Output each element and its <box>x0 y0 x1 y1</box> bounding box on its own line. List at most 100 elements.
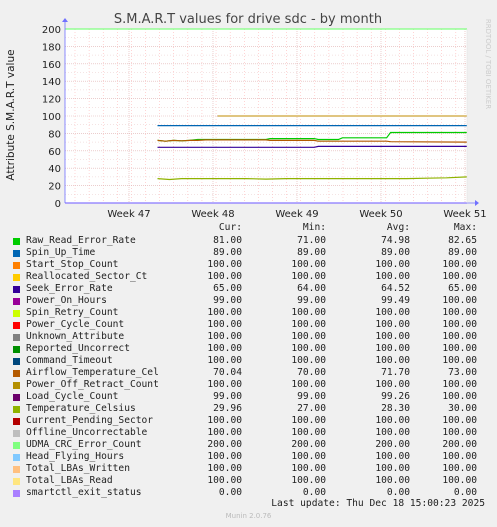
legend-series-name: Total_LBAs_Written <box>26 463 130 474</box>
legend-series-name: Reported_Uncorrect <box>26 343 130 354</box>
legend-series-name: Seek_Error_Rate <box>26 283 113 294</box>
legend-value-max: 100.00 <box>442 415 477 426</box>
legend-value-cur: 200.00 <box>207 439 242 450</box>
legend-table: Cur: Min: Avg: Max: Raw_Read_Error_Rate 8… <box>12 222 490 499</box>
legend-value-min: 100.00 <box>291 319 326 330</box>
legend-row: Load_Cycle_Count 99.00 99.00 99.26 100.00 <box>12 391 490 403</box>
x-tick-label: Week 49 <box>275 209 318 220</box>
smart-chart: S.M.A.R.T values for drive sdc - by mont… <box>0 0 497 230</box>
legend-swatch <box>13 334 20 341</box>
legend-row: Command_Timeout 100.00 100.00 100.00 100.00 <box>12 355 490 367</box>
legend-series-name: Airflow_Temperature_Cel <box>26 367 159 378</box>
legend-swatch <box>13 406 20 413</box>
legend-series-name: Start_Stop_Count <box>26 259 119 270</box>
legend-value-max: 100.00 <box>442 331 477 342</box>
y-tick-label: 40 <box>48 164 61 175</box>
legend-series-name: Spin_Up_Time <box>26 247 96 258</box>
legend-row: Seek_Error_Rate 65.00 64.00 64.52 65.00 <box>12 283 490 295</box>
legend-value-avg: 100.00 <box>375 319 410 330</box>
last-update-text: Last update: Thu Dec 18 15:00:23 2025 <box>271 498 485 509</box>
legend-row: Total_LBAs_Read 100.00 100.00 100.00 100.00 <box>12 475 490 487</box>
legend-value-min: 99.00 <box>297 391 326 402</box>
legend-value-min: 100.00 <box>291 331 326 342</box>
legend-series-name: Load_Cycle_Count <box>26 391 119 402</box>
legend-row: Reallocated_Sector_Ct 100.00 100.00 100.00 1… <box>12 271 490 283</box>
legend-header-row: Cur: Min: Avg: Max: <box>12 222 490 235</box>
y-tick-label: 200 <box>42 25 61 36</box>
legend-series-name: Power_On_Hours <box>26 295 107 306</box>
legend-swatch <box>13 310 20 317</box>
legend-value-min: 100.00 <box>291 343 326 354</box>
legend-row: Power_Cycle_Count 100.00 100.00 100.00 100.0… <box>12 319 490 331</box>
legend-value-avg: 71.70 <box>381 367 410 378</box>
legend-series-name: Command_Timeout <box>26 355 113 366</box>
legend-value-avg: 200.00 <box>375 439 410 450</box>
legend-value-max: 100.00 <box>442 355 477 366</box>
legend-value-cur: 100.00 <box>207 271 242 282</box>
legend-swatch <box>13 322 20 329</box>
legend-value-max: 82.65 <box>448 235 477 246</box>
legend-value-cur: 65.00 <box>213 283 242 294</box>
legend-value-avg: 100.00 <box>375 259 410 270</box>
legend-value-cur: 100.00 <box>207 415 242 426</box>
legend-swatch <box>13 418 20 425</box>
legend-value-max: 100.00 <box>442 319 477 330</box>
legend-row: Start_Stop_Count 100.00 100.00 100.00 100.00 <box>12 259 490 271</box>
legend-swatch <box>13 478 20 485</box>
y-tick-label: 60 <box>48 147 61 158</box>
legend-series-name: smartctl_exit_status <box>26 487 142 498</box>
legend-value-min: 89.00 <box>297 247 326 258</box>
legend-series-name: Unknown_Attribute <box>26 331 125 342</box>
legend-series-name: Reallocated_Sector_Ct <box>26 271 148 282</box>
legend-value-max: 100.00 <box>442 391 477 402</box>
legend-value-avg: 64.52 <box>381 283 410 294</box>
y-tick-label: 100 <box>42 112 61 123</box>
legend-value-avg: 100.00 <box>375 427 410 438</box>
legend-value-max: 65.00 <box>448 283 477 294</box>
legend-series-name: Raw_Read_Error_Rate <box>26 235 136 246</box>
col-header-max: Max: <box>453 222 477 233</box>
legend-swatch <box>13 286 20 293</box>
legend-row: Temperature_Celsius 29.96 27.00 28.30 30.00 <box>12 403 490 415</box>
legend-value-cur: 100.00 <box>207 307 242 318</box>
y-tick-label: 180 <box>42 42 61 53</box>
legend-swatch <box>13 274 20 281</box>
legend-value-cur: 0.00 <box>218 487 242 498</box>
legend-swatch <box>13 466 20 473</box>
legend-swatch <box>13 358 20 365</box>
legend-swatch <box>13 370 20 377</box>
legend-value-cur: 70.04 <box>213 367 242 378</box>
chart-title: S.M.A.R.T values for drive sdc - by mont… <box>114 12 382 27</box>
y-tick-label: 20 <box>48 182 61 193</box>
legend-swatch <box>13 346 20 353</box>
legend-value-avg: 74.98 <box>381 235 410 246</box>
legend-value-min: 100.00 <box>291 307 326 318</box>
legend-value-max: 100.00 <box>442 451 477 462</box>
legend-value-cur: 100.00 <box>207 355 242 366</box>
legend-value-cur: 100.00 <box>207 259 242 270</box>
legend-value-avg: 99.49 <box>381 295 410 306</box>
legend-value-max: 100.00 <box>442 343 477 354</box>
legend-series-name: Power_Cycle_Count <box>26 319 125 330</box>
legend-value-cur: 100.00 <box>207 463 242 474</box>
legend-row: Spin_Retry_Count 100.00 100.00 100.00 100.00 <box>12 307 490 319</box>
col-header-cur: Cur: <box>218 222 242 233</box>
legend-value-avg: 28.30 <box>381 403 410 414</box>
legend-value-max: 100.00 <box>442 463 477 474</box>
legend-value-min: 71.00 <box>297 235 326 246</box>
legend-value-min: 70.00 <box>297 367 326 378</box>
legend-value-avg: 99.26 <box>381 391 410 402</box>
legend-value-min: 100.00 <box>291 355 326 366</box>
legend-value-min: 100.00 <box>291 379 326 390</box>
legend-value-avg: 100.00 <box>375 271 410 282</box>
legend-series-name: Spin_Retry_Count <box>26 307 119 318</box>
legend-row: Offline_Uncorrectable 100.00 100.00 100.00 1… <box>12 427 490 439</box>
y-tick-label: 0 <box>55 199 61 210</box>
legend-value-cur: 100.00 <box>207 331 242 342</box>
legend-row: Total_LBAs_Written 100.00 100.00 100.00 100.… <box>12 463 490 475</box>
legend-value-max: 100.00 <box>442 379 477 390</box>
legend-value-max: 73.00 <box>448 367 477 378</box>
legend-value-min: 64.00 <box>297 283 326 294</box>
legend-value-avg: 100.00 <box>375 331 410 342</box>
legend-value-cur: 100.00 <box>207 475 242 486</box>
